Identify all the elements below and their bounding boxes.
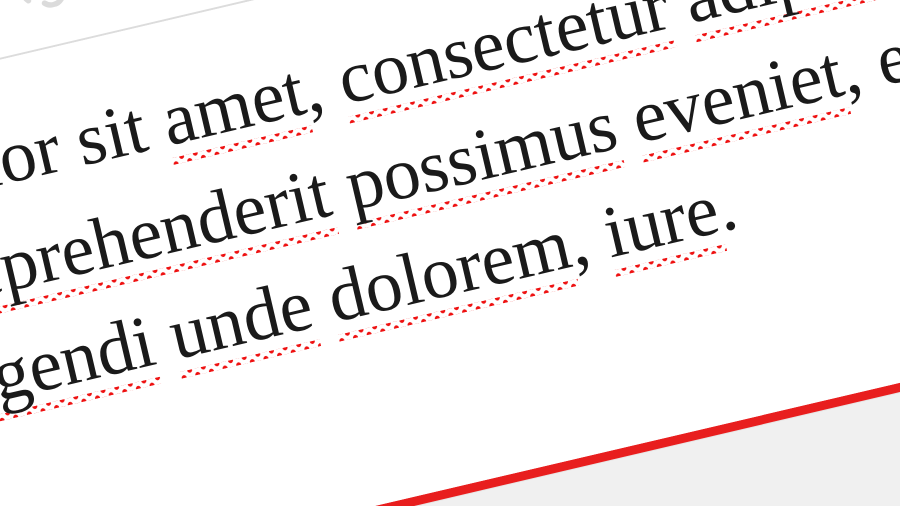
unlink-icon (0, 0, 95, 29)
misspelled-word: eligendi (0, 300, 163, 438)
misspelled-word: unde (161, 263, 321, 380)
misspelled-word: amet (153, 49, 314, 166)
screenshot-stage: U 123 (0, 0, 900, 506)
misspelled-word: iure (595, 168, 728, 278)
